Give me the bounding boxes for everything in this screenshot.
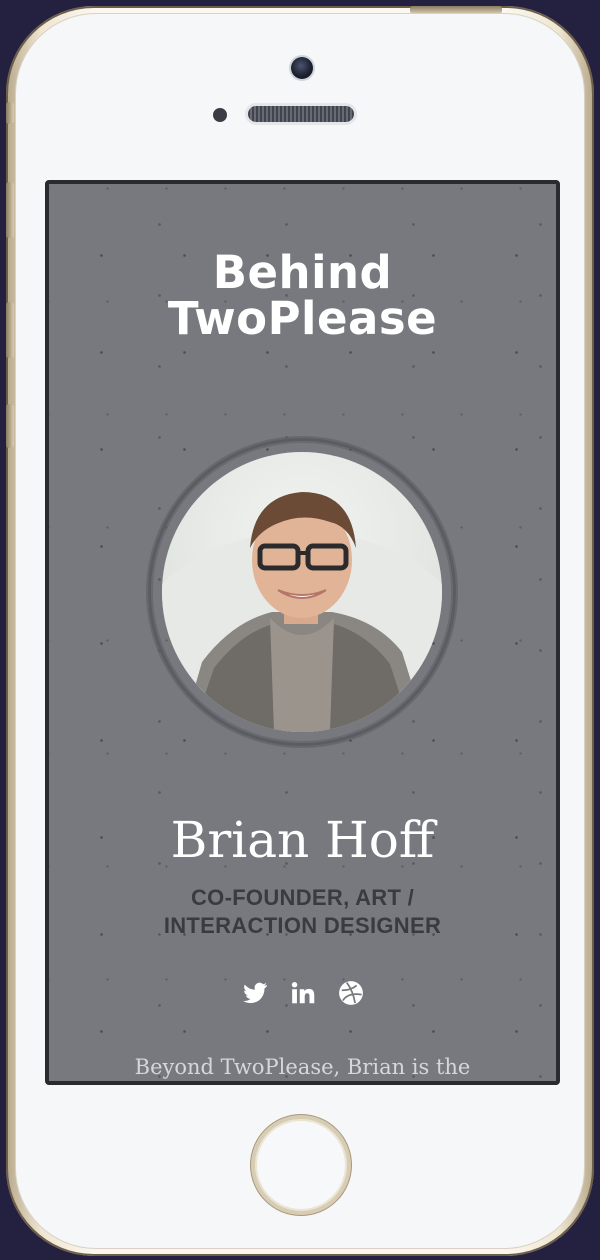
page-title-line2: TwoPlease <box>167 292 438 345</box>
earpiece-speaker <box>248 106 354 122</box>
person-name: Brian Hoff <box>170 811 435 869</box>
power-button <box>410 6 502 14</box>
twitter-icon <box>242 982 267 1004</box>
page-title-line1: Behind <box>212 246 393 299</box>
avatar <box>162 452 442 732</box>
avatar-portrait <box>162 492 442 732</box>
page-title: Behind TwoPlease <box>49 250 556 342</box>
person-role-line1: CO-FOUNDER, ART / <box>190 885 415 910</box>
home-button[interactable] <box>251 1115 351 1215</box>
volume-down-button <box>6 302 14 358</box>
dribbble-icon <box>338 981 363 1005</box>
proximity-sensor <box>213 108 227 122</box>
dribbble-link[interactable] <box>338 980 364 1006</box>
twitter-link[interactable] <box>242 980 268 1006</box>
person-role: CO-FOUNDER, ART / INTERACTION DESIGNER <box>49 884 556 940</box>
bio-text: Beyond TwoPlease, Brian is the <box>134 1055 471 1079</box>
volume-up-button <box>6 182 14 238</box>
linkedin-link[interactable] <box>290 980 316 1006</box>
side-button <box>6 404 14 448</box>
social-links <box>49 980 556 1006</box>
front-camera <box>291 57 313 79</box>
linkedin-icon <box>291 982 314 1004</box>
mute-switch <box>6 102 14 124</box>
person-role-line2: INTERACTION DESIGNER <box>163 913 442 938</box>
phone-screen: Behind TwoPlease Brian Hoff CO-FOUNDER, … <box>45 180 560 1085</box>
